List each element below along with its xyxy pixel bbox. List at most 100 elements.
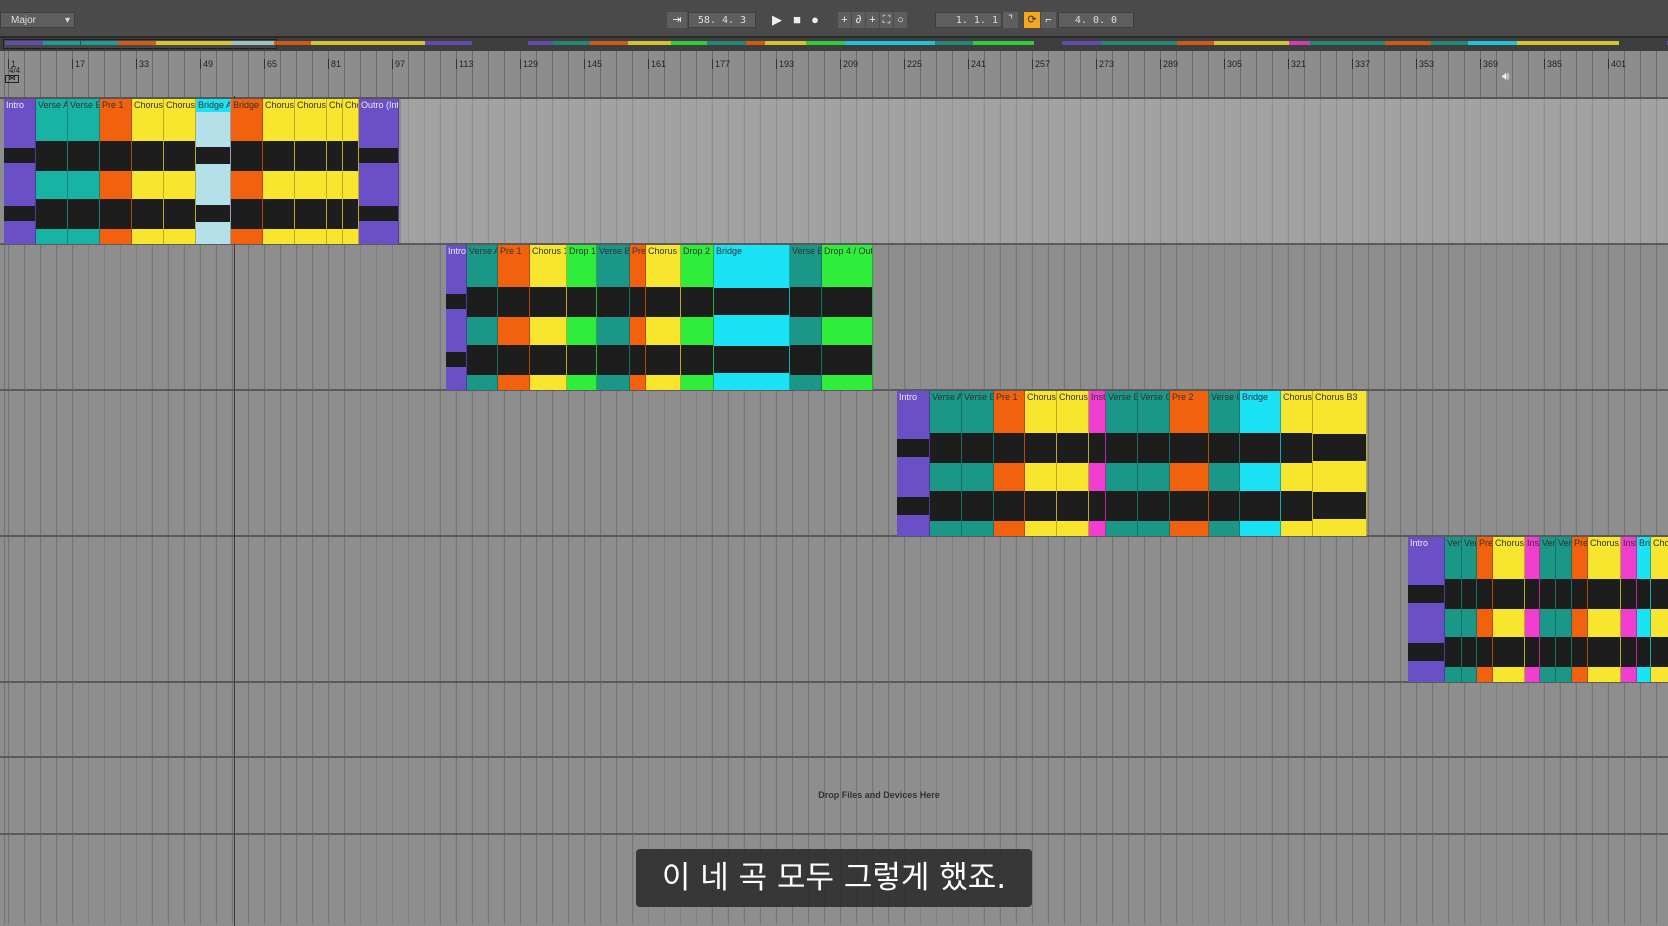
clip-section[interactable]: Chorus: [1057, 391, 1089, 536]
punch-in-button[interactable]: ⌝: [1003, 12, 1018, 28]
speaker-icon[interactable]: 🔊︎: [1502, 69, 1510, 84]
clip-section[interactable]: Inst: [1089, 391, 1106, 536]
punch-out-button[interactable]: ⌐: [1041, 12, 1056, 28]
waveform: [630, 344, 645, 375]
clip-section[interactable]: Ver: [1556, 537, 1572, 682]
overview-segment: [194, 41, 233, 45]
follow-button[interactable]: ⇥: [667, 12, 687, 28]
ruler-bar-number: 113: [456, 59, 473, 69]
clip-section[interactable]: Verse B: [962, 391, 994, 536]
clip-section[interactable]: Drop 2: [681, 245, 714, 390]
ruler-bar-number: 177: [712, 59, 730, 69]
waveform: [295, 140, 326, 171]
clip-section[interactable]: Bridge: [714, 245, 790, 390]
clip-section[interactable]: Verse B: [68, 99, 100, 244]
clip-section[interactable]: Pre 2: [1170, 391, 1209, 536]
waveform: [1477, 636, 1492, 667]
clip-section[interactable]: Bri: [1637, 537, 1651, 682]
clip-section[interactable]: Outro (Int: [359, 99, 399, 244]
re-enable-automation-button[interactable]: +: [866, 12, 879, 28]
overdub-button[interactable]: +: [838, 12, 851, 28]
waveform: [530, 344, 566, 375]
clip-section-label: Cho: [1653, 538, 1668, 548]
clip-section[interactable]: Chorus: [132, 99, 164, 244]
clip-section[interactable]: Pre: [1572, 537, 1588, 682]
clip-section-label: Ver: [1464, 538, 1476, 548]
clip-section[interactable]: Chorus: [1493, 537, 1525, 682]
audio-clip[interactable]: Intro Verse A Verse B Pre 1 Chorus Chorus Inst…: [897, 391, 1367, 536]
waveform: [1408, 642, 1444, 661]
record-button[interactable]: ●: [808, 12, 822, 28]
clip-section[interactable]: Verse B: [597, 245, 630, 390]
clip-section[interactable]: Drop 1: [567, 245, 597, 390]
clip-section[interactable]: Intro: [1408, 537, 1445, 682]
audio-clip[interactable]: Intro Verse A Verse B Pre 1 Chorus Chorus Brid…: [4, 99, 399, 244]
beat-time-ruler[interactable]: 4/4 ⋈ 🔊︎ 1 17 33 49 65 81 97 113 129 145 161 177 193…: [0, 51, 1668, 99]
clip-section[interactable]: Chorus B3: [1313, 391, 1367, 536]
clip-section[interactable]: Ver: [1462, 537, 1477, 682]
waveform: [68, 198, 99, 229]
clip-section[interactable]: Chorus: [263, 99, 295, 244]
clip-section[interactable]: Bridge: [231, 99, 263, 244]
clip-section[interactable]: Verse B: [790, 245, 822, 390]
clip-section[interactable]: Verse B: [1106, 391, 1138, 536]
clip-section[interactable]: Verse C: [1209, 391, 1240, 536]
play-button[interactable]: ▶: [770, 12, 784, 28]
clip-section[interactable]: Verse A: [930, 391, 962, 536]
clip-section[interactable]: Verse A: [36, 99, 68, 244]
clip-section[interactable]: Intro: [4, 99, 36, 244]
arrangement-position-field[interactable]: 58. 4. 3: [688, 12, 756, 28]
clip-section[interactable]: Chorus: [295, 99, 327, 244]
clip-section[interactable]: Inst: [1525, 537, 1540, 682]
clip-section[interactable]: Ver: [1540, 537, 1556, 682]
clip-section[interactable]: Pre: [1477, 537, 1493, 682]
return-track-lane[interactable]: [0, 683, 1668, 758]
clip-section[interactable]: Intro: [897, 391, 930, 536]
loop-start-field[interactable]: 1. 1. 1: [935, 12, 1002, 28]
arrangement-overview[interactable]: [0, 38, 1668, 51]
clip-section[interactable]: Bridge A: [196, 99, 231, 244]
clip-section-label: Inst: [1623, 538, 1636, 548]
audio-clip[interactable]: IntroVerVerPreChorusInstVerVerPreChorusI…: [1408, 537, 1668, 682]
clip-section[interactable]: Pre: [630, 245, 646, 390]
waveform: [962, 490, 993, 521]
loop-length-field[interactable]: 4. 0. 0: [1058, 12, 1134, 28]
overview-segment: [118, 41, 157, 45]
ruler-bar-number: 337: [1352, 59, 1370, 69]
clip-section[interactable]: Cho: [1651, 537, 1668, 682]
clip-section[interactable]: Verse C: [1138, 391, 1170, 536]
clip-section[interactable]: Chorus: [1025, 391, 1057, 536]
waveform: [1462, 578, 1476, 609]
clip-section[interactable]: Verse A: [467, 245, 498, 390]
ruler-bar-number: 241: [968, 59, 986, 69]
session-record-button[interactable]: ○: [894, 12, 907, 28]
clip-section[interactable]: Chorus: [164, 99, 196, 244]
overview-segment: [42, 41, 81, 45]
capture-button[interactable]: ⛶: [880, 12, 893, 28]
waveform: [1025, 490, 1056, 521]
clip-section[interactable]: Cho: [343, 99, 359, 244]
clip-section[interactable]: Intro: [446, 245, 467, 390]
clip-section[interactable]: Pre 1: [498, 245, 530, 390]
scale-mode-dropdown[interactable]: Major ▾: [0, 12, 75, 28]
loop-button[interactable]: ⟳: [1024, 12, 1040, 28]
waveform: [1209, 490, 1239, 521]
waveform: [1025, 432, 1056, 463]
clip-section[interactable]: Chorus 1: [530, 245, 567, 390]
clip-section[interactable]: Bridge: [1240, 391, 1281, 536]
clip-section[interactable]: Inst: [1621, 537, 1637, 682]
clip-section[interactable]: Chorus: [1588, 537, 1621, 682]
clip-section[interactable]: Cho: [327, 99, 343, 244]
clip-section[interactable]: Pre 1: [100, 99, 132, 244]
clip-section[interactable]: Pre 1: [994, 391, 1025, 536]
clip-section[interactable]: Chorus: [1281, 391, 1313, 536]
clip-section[interactable]: Chorus 2: [646, 245, 681, 390]
loop-marker-icon[interactable]: ⋈: [5, 75, 19, 83]
track-lane-3[interactable]: [0, 391, 1668, 537]
audio-clip[interactable]: Intro Verse A Pre 1 Chorus 1 Drop 1 Verse B Pr…: [446, 245, 873, 390]
stop-button[interactable]: ■: [790, 12, 804, 28]
clip-section-label: Bridge: [716, 246, 743, 256]
automation-arm-button[interactable]: ∂: [852, 12, 865, 28]
clip-section[interactable]: Ver: [1445, 537, 1462, 682]
clip-section[interactable]: Drop 4 / Out: [822, 245, 873, 390]
